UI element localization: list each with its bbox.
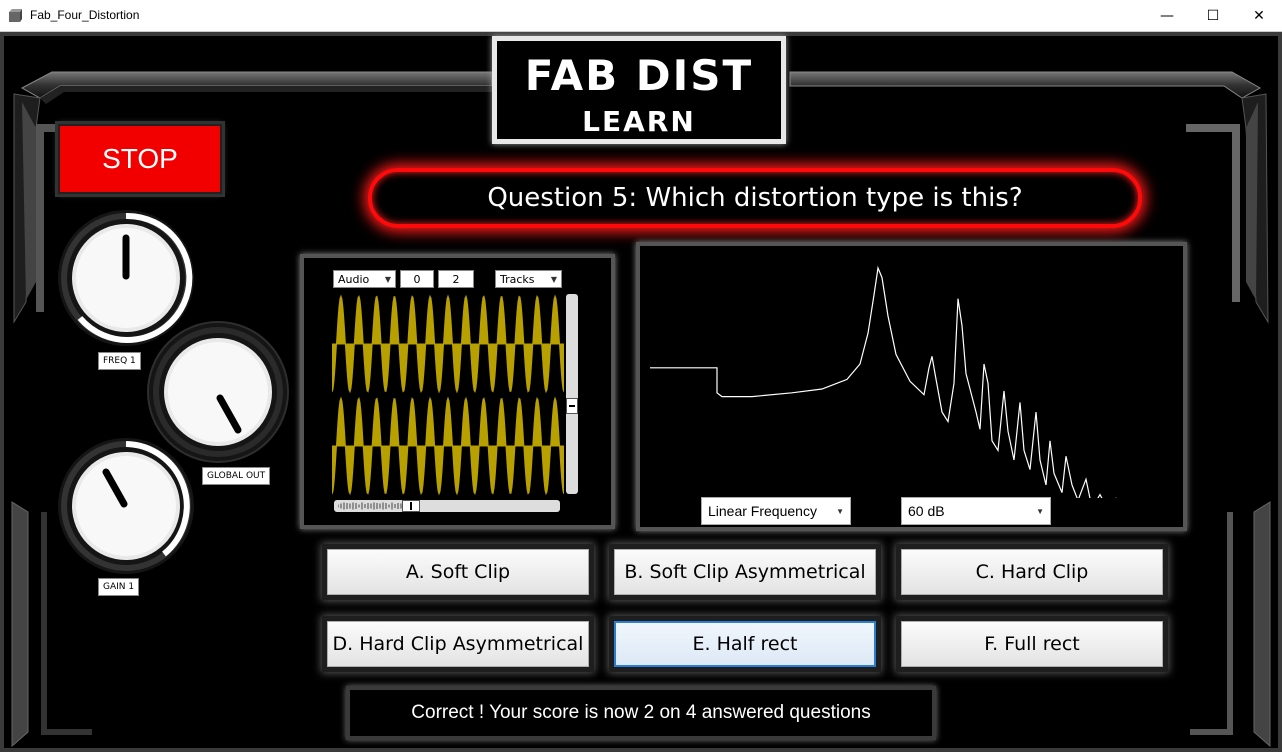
- chevron-down-icon: ▼: [1036, 506, 1044, 516]
- global-out-knob-label: GLOBAL OUT: [202, 467, 271, 485]
- close-icon: ✕: [1253, 7, 1265, 24]
- answer-d-button[interactable]: D. Hard Clip Asymmetrical: [327, 621, 589, 667]
- frequency-scale-value: Linear Frequency: [708, 503, 817, 519]
- scope-value-1[interactable]: 0: [400, 270, 434, 288]
- close-button[interactable]: ✕: [1236, 0, 1282, 31]
- overview-strip: [338, 502, 411, 510]
- minimize-icon: —: [1160, 7, 1174, 24]
- answer-c-button[interactable]: C. Hard Clip: [901, 549, 1163, 595]
- app-icon: [8, 8, 22, 22]
- window-title: Fab_Four_Distortion: [30, 8, 140, 22]
- frequency-scale-dropdown[interactable]: Linear Frequency ▼: [701, 497, 851, 525]
- vertical-zoom-thumb[interactable]: [566, 398, 578, 414]
- vertical-zoom-scrollbar[interactable]: [566, 294, 578, 494]
- chevron-down-icon: ▼: [550, 274, 557, 284]
- question-text: Question 5: Which distortion type is thi…: [487, 183, 1023, 213]
- app-logo: FAB DIST LEARN: [492, 36, 786, 144]
- scope-value-2[interactable]: 2: [438, 270, 474, 288]
- audio-source-value: Audio: [338, 272, 370, 286]
- minimize-button[interactable]: —: [1144, 0, 1190, 31]
- status-box: Correct ! Your score is now 2 on 4 answe…: [346, 686, 936, 740]
- horizontal-scroll-bar[interactable]: [334, 500, 560, 512]
- answer-a-button[interactable]: A. Soft Clip: [327, 549, 589, 595]
- answer-e-button[interactable]: E. Half rect: [614, 621, 876, 667]
- main-area: FAB DIST LEARN STOP Question 5: Which di…: [0, 32, 1282, 752]
- tracks-dropdown[interactable]: Tracks ▼: [495, 270, 562, 288]
- logo-title: FAB DIST: [524, 51, 754, 100]
- horizontal-scroll-thumb[interactable]: [402, 500, 420, 512]
- db-range-value: 60 dB: [908, 503, 945, 519]
- freq-knob-label: FREQ 1: [98, 352, 141, 370]
- maximize-icon: ☐: [1206, 7, 1220, 24]
- chevron-down-icon: ▼: [384, 274, 391, 284]
- tracks-value: Tracks: [500, 272, 535, 286]
- waveform-display: [332, 294, 564, 496]
- status-message: Correct ! Your score is now 2 on 4 answe…: [411, 702, 871, 723]
- db-range-dropdown[interactable]: 60 dB ▼: [901, 497, 1051, 525]
- title-bar: Fab_Four_Distortion — ☐ ✕: [0, 0, 1282, 32]
- spectrum-display: [650, 265, 1117, 498]
- gain-knob[interactable]: [56, 436, 196, 576]
- answer-b-button[interactable]: B. Soft Clip Asymmetrical: [614, 549, 876, 595]
- audio-source-dropdown[interactable]: Audio ▼: [333, 270, 396, 288]
- spectrum-curve: [650, 265, 1117, 498]
- answer-f-button[interactable]: F. Full rect: [901, 621, 1163, 667]
- maximize-button[interactable]: ☐: [1190, 0, 1236, 31]
- logo-subtitle: LEARN: [582, 105, 696, 138]
- chevron-down-icon: ▼: [836, 506, 844, 516]
- question-banner: Question 5: Which distortion type is thi…: [368, 168, 1142, 228]
- gain-knob-label: GAIN 1: [98, 578, 140, 596]
- stop-button[interactable]: STOP: [58, 124, 222, 194]
